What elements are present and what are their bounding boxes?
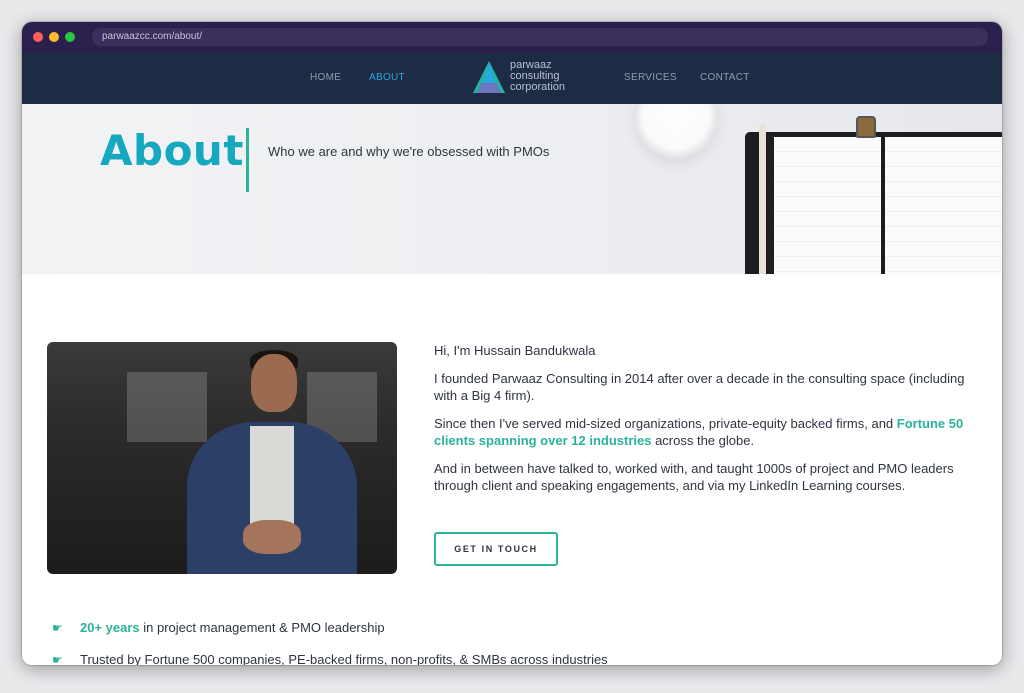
bullet-text: Trusted by Fortune 500 companies, PE-bac… [80,652,608,665]
close-window-button[interactable] [33,32,43,42]
page-title: About [100,126,244,175]
nav-services[interactable]: SERVICES [624,72,677,83]
photo-person-head [251,354,297,412]
site-logo[interactable]: parwaaz consulting corporation [470,59,580,99]
intro-paragraph-2-end: across the globe. [651,433,755,448]
logo-text: parwaaz consulting corporation [510,60,565,93]
nav-about[interactable]: ABOUT [369,72,405,83]
intro-paragraph-2: Since then I've served mid-sized organiz… [434,415,984,449]
get-in-touch-button[interactable]: GET IN TOUCH [434,532,558,566]
notebook-right-page [885,137,1002,274]
notebook-left-page [771,137,881,274]
coffee-cup-image [634,104,718,158]
hero-banner: About Who we are and why we're obsessed … [22,104,1002,274]
site-nav: HOME ABOUT parwaaz consulting corporatio… [22,53,1002,104]
address-bar[interactable]: parwaazcc.com/about/ [92,28,988,46]
about-section: Hi, I'm Hussain Bandukwala I founded Par… [22,274,1002,665]
pointing-hand-icon: ☛ [52,621,63,635]
intro-paragraph-2-start: Since then I've served mid-sized organiz… [434,416,897,431]
bullet-highlight: 20+ years [80,620,140,635]
browser-chrome: parwaazcc.com/about/ [22,22,1002,53]
intro-paragraph-3: And in between have talked to, worked wi… [434,461,954,493]
pencil-image [759,124,766,274]
bullet-text: in project management & PMO leadership [139,620,385,635]
logo-line-3: corporation [510,81,566,93]
binder-clip-image [856,116,876,138]
page-subtitle: Who we are and why we're obsessed with P… [268,144,550,159]
pen-image [768,134,774,274]
notebook-image [745,132,1002,274]
nav-contact[interactable]: CONTACT [700,72,750,83]
logo-mark-icon [473,61,505,93]
maximize-window-button[interactable] [65,32,75,42]
pointing-hand-icon: ☛ [52,653,63,665]
photo-background-window [127,372,207,442]
intro-paragraph-1: I founded Parwaaz Consulting in 2014 aft… [434,371,965,403]
photo-person-hands [243,520,301,554]
list-item: ☛ 20+ years in project management & PMO l… [52,620,385,635]
nav-home[interactable]: HOME [310,72,341,83]
title-divider [246,128,249,192]
list-item: ☛ Trusted by Fortune 500 companies, PE-ba… [52,652,608,665]
minimize-window-button[interactable] [49,32,59,42]
intro-greeting: Hi, I'm Hussain Bandukwala [434,343,596,358]
browser-window: parwaazcc.com/about/ HOME ABOUT parwaaz … [22,22,1002,665]
intro-text: Hi, I'm Hussain Bandukwala I founded Par… [434,342,984,505]
founder-photo [47,342,397,574]
